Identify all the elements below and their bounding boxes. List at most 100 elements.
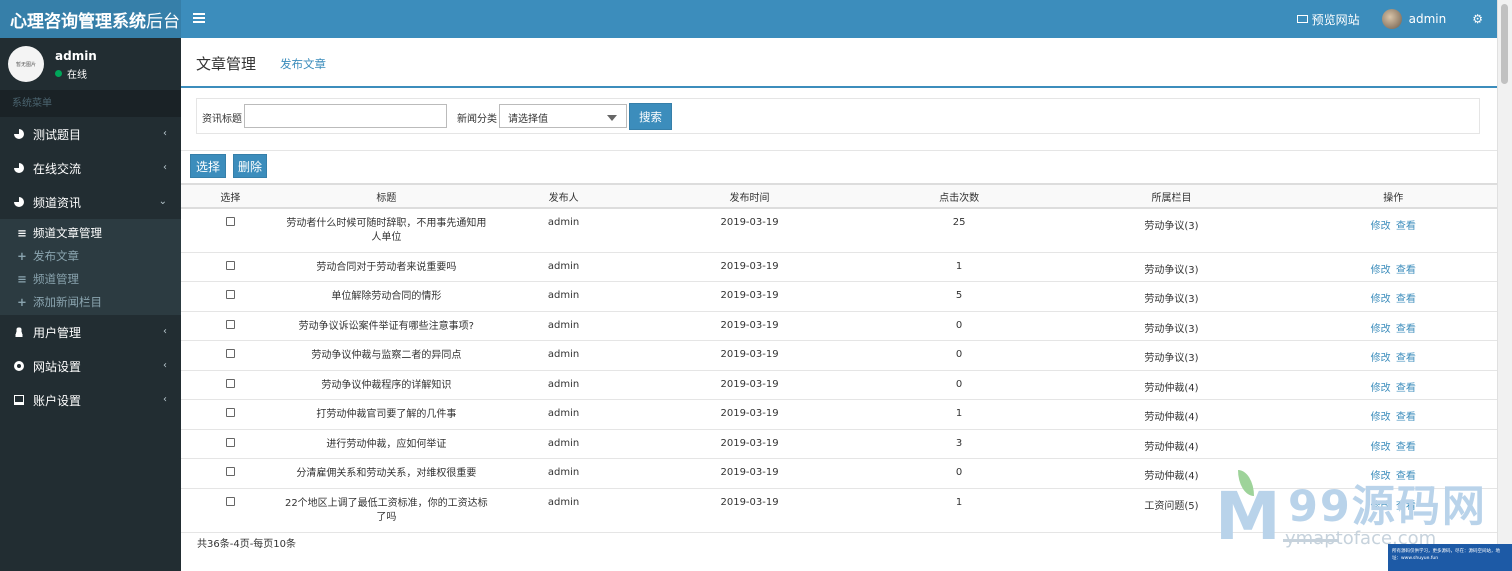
- sidebar-item-label: 频道资讯: [33, 195, 82, 210]
- submenu-label: 频道管理: [33, 271, 79, 286]
- row-checkbox[interactable]: [225, 378, 235, 388]
- clicks-cell: 1: [864, 488, 1054, 533]
- edit-link[interactable]: 修改: [1371, 324, 1391, 335]
- sidebar-item-label: 账户设置: [33, 393, 82, 408]
- submenu-add-column[interactable]: + 添加新闻栏目: [0, 290, 181, 313]
- sidebar-item-users[interactable]: 用户管理 ‹: [0, 315, 181, 349]
- title-cell: 劳动合同对于劳动者来说重要吗: [279, 252, 493, 282]
- clicks-cell: 3: [864, 429, 1054, 459]
- row-select-cell: [181, 340, 280, 371]
- row-checkbox[interactable]: [225, 408, 235, 417]
- edit-link[interactable]: 修改: [1371, 442, 1391, 453]
- category-cell: 劳动争议(3): [1053, 208, 1290, 253]
- author-cell: admin: [492, 458, 635, 489]
- title-cell: 打劳动仲裁官司要了解的几件事: [279, 399, 493, 430]
- view-link[interactable]: 查看: [1396, 471, 1416, 482]
- sidebar-toggle-icon[interactable]: [193, 11, 205, 25]
- view-link[interactable]: 查看: [1396, 383, 1416, 394]
- view-link[interactable]: 查看: [1396, 442, 1416, 453]
- view-link[interactable]: 查看: [1396, 221, 1416, 232]
- table-row: 打劳动仲裁官司要了解的几件事 admin 2019-03-19 1 劳动仲裁(4) 修改 …: [181, 399, 1497, 430]
- author-cell: admin: [492, 429, 635, 459]
- scrollbar-thumb[interactable]: [1501, 4, 1508, 84]
- category-cell: 劳动仲裁(4): [1053, 458, 1290, 489]
- user-menu[interactable]: admin: [1381, 9, 1446, 29]
- article-title: 22个地区上调了最低工资标准，你的工资达标了吗: [284, 497, 488, 523]
- column-header: 发布时间: [634, 183, 865, 209]
- category-cell: 工资问题(5): [1053, 488, 1290, 533]
- preview-site-link[interactable]: 预览网站: [1296, 11, 1360, 28]
- date-cell: 2019-03-19: [634, 340, 865, 371]
- cogs-icon[interactable]: ⚙: [1472, 12, 1483, 26]
- user-panel: 暂无图片 admin 在线: [0, 38, 181, 90]
- view-link[interactable]: 查看: [1396, 294, 1416, 305]
- actions-cell: 修改 查看: [1289, 429, 1497, 459]
- brand-main: 心理咨询管理系统: [10, 11, 146, 32]
- sidebar-item-label: 网站设置: [33, 359, 82, 374]
- search-button[interactable]: 搜索: [629, 103, 672, 130]
- row-checkbox[interactable]: [225, 467, 235, 476]
- row-checkbox[interactable]: [225, 260, 235, 270]
- article-title: 打劳动仲裁官司要了解的几件事: [316, 409, 457, 420]
- sidebar-item-tests[interactable]: 测试题目 ‹: [0, 117, 181, 151]
- table-row: 劳动合同对于劳动者来说重要吗 admin 2019-03-19 1 劳动争议(3) 修改 …: [181, 252, 1497, 282]
- row-checkbox[interactable]: [225, 319, 235, 329]
- category-select-value: 请选择值: [508, 114, 548, 125]
- chevron-left-icon: ‹: [163, 162, 167, 173]
- user-avatar: [1381, 9, 1402, 29]
- view-link[interactable]: 查看: [1396, 412, 1416, 423]
- edit-link[interactable]: 修改: [1371, 265, 1391, 276]
- article-title: 进行劳动仲裁，应如何举证: [326, 438, 447, 450]
- edit-link[interactable]: 修改: [1371, 221, 1391, 232]
- title-search-input[interactable]: [244, 104, 447, 128]
- envelope-icon: [1296, 15, 1308, 23]
- table-header-row: 选择 标题 发布人 发布时间 点击次数 所属栏目 操作: [181, 183, 1497, 209]
- sidebar-item-channel-news[interactable]: 频道资讯 ⌄: [0, 185, 181, 219]
- view-link[interactable]: 查看: [1396, 501, 1416, 512]
- article-title: 劳动合同对于劳动者来说重要吗: [316, 261, 457, 273]
- date-cell: 2019-03-19: [634, 208, 865, 253]
- column-header: 操作: [1289, 183, 1497, 209]
- view-link[interactable]: 查看: [1396, 353, 1416, 364]
- edit-link[interactable]: 修改: [1371, 294, 1391, 305]
- page-title: 文章管理: [196, 55, 257, 73]
- sidebar-item-site-settings[interactable]: 网站设置 ‹: [0, 349, 181, 383]
- edit-link[interactable]: 修改: [1371, 501, 1391, 512]
- view-link[interactable]: 查看: [1396, 324, 1416, 335]
- submenu-label: 频道文章管理: [33, 225, 102, 240]
- edit-link[interactable]: 修改: [1371, 383, 1391, 394]
- edit-link[interactable]: 修改: [1371, 471, 1391, 482]
- publish-article-link[interactable]: 发布文章: [280, 56, 326, 72]
- submenu-publish-article[interactable]: + 发布文章: [0, 244, 181, 267]
- sidebar-item-account-settings[interactable]: 账户设置 ‹: [0, 383, 181, 417]
- caret-down-icon: [607, 115, 617, 121]
- select-button[interactable]: 选择: [190, 154, 226, 178]
- row-checkbox[interactable]: [225, 496, 235, 506]
- page-scrollbar[interactable]: [1497, 0, 1512, 571]
- row-checkbox[interactable]: [225, 437, 235, 447]
- row-checkbox[interactable]: [225, 349, 235, 358]
- column-header: 选择: [181, 183, 280, 209]
- brand-logo[interactable]: 心理咨询管理系统 后台: [0, 0, 181, 38]
- submenu-channel-manage[interactable]: ≡ 频道管理: [0, 267, 181, 290]
- view-link[interactable]: 查看: [1396, 265, 1416, 276]
- gear-icon: [14, 361, 24, 371]
- edit-link[interactable]: 修改: [1371, 412, 1391, 423]
- clicks-cell: 0: [864, 458, 1054, 489]
- row-checkbox[interactable]: [225, 290, 235, 299]
- submenu-article-manage[interactable]: ≡ 频道文章管理: [0, 221, 181, 244]
- sidebar-item-chat[interactable]: 在线交流 ‹: [0, 151, 181, 185]
- sidebar: 暂无图片 admin 在线 系统菜单 测试题目 ‹ 在线交流 ‹ 频道资讯 ⌄ ≡ 频道…: [0, 38, 181, 571]
- plus-icon: +: [17, 248, 27, 263]
- date-cell: 2019-03-19: [634, 399, 865, 430]
- table-row: 劳动争议诉讼案件举证有哪些注意事项? admin 2019-03-19 0 劳动争议(3…: [181, 311, 1497, 341]
- author-cell: admin: [492, 252, 635, 282]
- edit-link[interactable]: 修改: [1371, 353, 1391, 364]
- row-select-cell: [181, 488, 280, 533]
- row-checkbox[interactable]: [225, 217, 235, 226]
- category-select[interactable]: 请选择值: [499, 104, 627, 128]
- title-cell: 劳动者什么时候可随时辞职，不用事先通知用人单位: [279, 208, 493, 253]
- delete-button[interactable]: 删除: [233, 154, 267, 178]
- title-search-label: 资讯标题: [202, 114, 242, 125]
- title-cell: 进行劳动仲裁，应如何举证: [279, 429, 493, 459]
